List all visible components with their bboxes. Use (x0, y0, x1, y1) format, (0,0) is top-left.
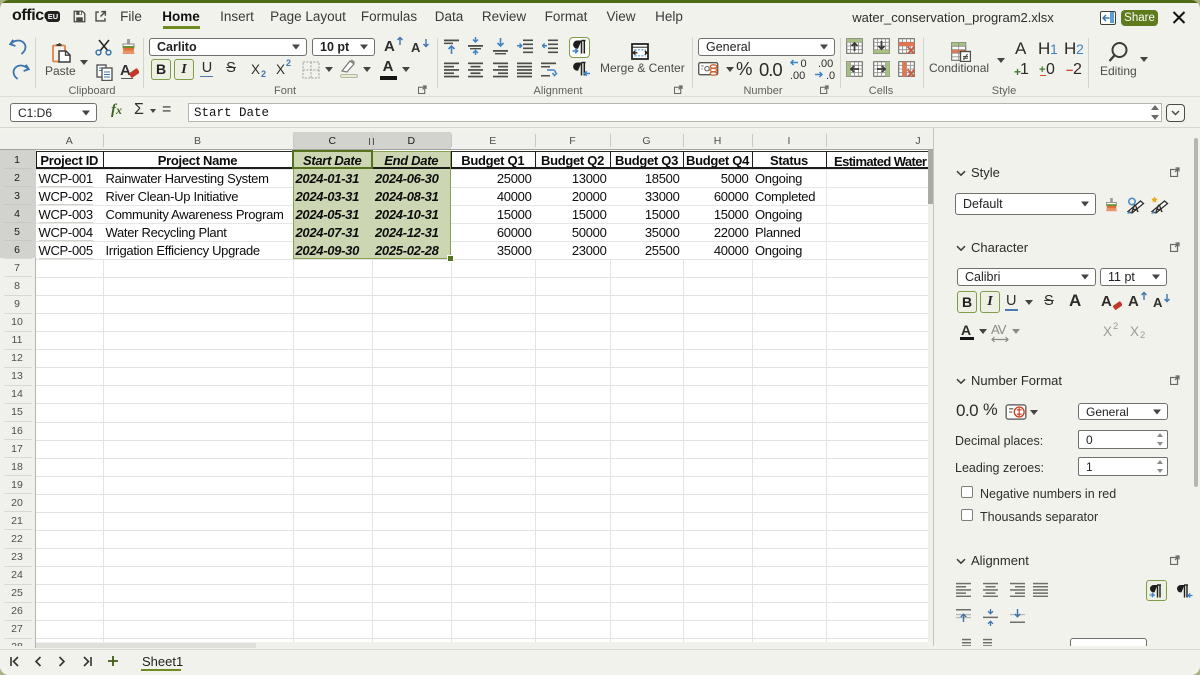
svg-text:.00: .00 (790, 70, 805, 80)
svg-text:.00: .00 (818, 58, 833, 70)
svg-text:.0: .0 (826, 70, 835, 80)
svg-text:A: A (1155, 203, 1163, 214)
svg-text:0: 0 (801, 58, 807, 70)
svg-text:A: A (1131, 203, 1139, 214)
